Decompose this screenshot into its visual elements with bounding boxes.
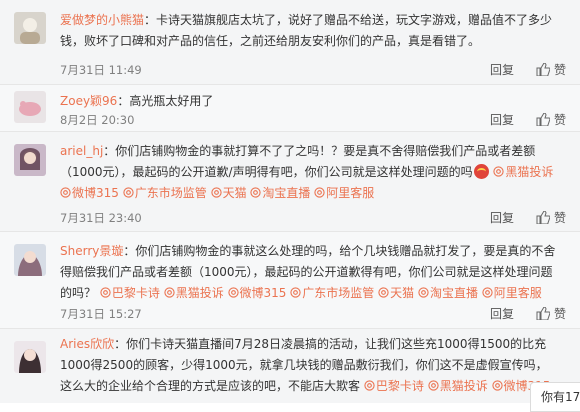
comment-text: ：高光瓶太好用了 bbox=[117, 94, 214, 108]
thumbs-up-icon bbox=[536, 307, 550, 320]
topic-tag-label: 天猫 bbox=[222, 186, 247, 200]
topic-tag-label: 微博315 bbox=[239, 286, 287, 300]
topic-tag-label: 淘宝直播 bbox=[429, 286, 478, 300]
at-icon bbox=[227, 287, 239, 298]
topic-tag[interactable]: 天猫 bbox=[210, 186, 247, 200]
topic-tag-label: 广东市场监管 bbox=[302, 286, 375, 300]
at-icon bbox=[250, 187, 262, 198]
topic-tag[interactable]: 广东市场监管 bbox=[123, 186, 207, 200]
topic-tag[interactable]: 微博315 bbox=[227, 286, 287, 300]
at-icon bbox=[210, 187, 222, 198]
reply-button[interactable]: 回复 bbox=[490, 61, 514, 78]
topic-tag-label: 黑猫投诉 bbox=[175, 286, 224, 300]
at-icon bbox=[493, 166, 505, 177]
at-icon bbox=[314, 187, 325, 198]
like-button[interactable]: 赞 bbox=[536, 305, 566, 322]
topic-tag[interactable]: 黑猫投诉 bbox=[428, 379, 488, 393]
avatar[interactable] bbox=[14, 12, 46, 44]
topic-tag[interactable]: 黑猫投诉 bbox=[493, 165, 553, 179]
comment-body: Sherry景璇：你们店铺购物金的事就这么处理的吗，给个几块钱赠品就打发了，要是… bbox=[60, 241, 558, 304]
like-button[interactable]: 赞 bbox=[536, 209, 566, 226]
chat-notification-label: 你有17 bbox=[541, 390, 580, 404]
topic-tag[interactable]: 巴黎卡诗 bbox=[100, 286, 160, 300]
avatar[interactable] bbox=[14, 341, 46, 373]
at-icon bbox=[60, 187, 71, 198]
topic-tag-label: 微博315 bbox=[72, 186, 119, 200]
reply-button[interactable]: 回复 bbox=[490, 111, 514, 128]
comment-actions: 回复 赞 bbox=[490, 111, 566, 128]
comment-time: 7月31日 11:49 bbox=[60, 63, 142, 77]
comment-actions: 回复 赞 bbox=[490, 61, 566, 78]
like-count: 赞 bbox=[553, 63, 566, 77]
comment-time: 7月31日 23:40 bbox=[60, 211, 142, 225]
comment-username[interactable]: Zoey颖96 bbox=[60, 94, 117, 108]
thumbs-up-icon bbox=[536, 211, 550, 224]
comment-actions: 回复 赞 bbox=[490, 209, 566, 226]
comment-body: Zoey颖96：高光瓶太好用了 bbox=[60, 91, 558, 112]
topic-tag-label: 广东市场监管 bbox=[134, 186, 207, 200]
thumbs-up-icon bbox=[536, 63, 550, 76]
like-button[interactable]: 赞 bbox=[536, 61, 566, 78]
comment-item: Sherry景璇：你们店铺购物金的事就这么处理的吗，给个几块钱赠品就打发了，要是… bbox=[0, 232, 580, 329]
comment-username[interactable]: Aries欣欣 bbox=[60, 337, 114, 351]
like-count: 赞 bbox=[553, 307, 566, 321]
at-icon bbox=[378, 287, 389, 298]
avatar[interactable] bbox=[14, 144, 46, 176]
at-icon bbox=[290, 287, 301, 298]
at-icon bbox=[482, 287, 493, 298]
at-icon bbox=[123, 187, 134, 198]
comment-time: 8月2日 20:30 bbox=[60, 113, 135, 127]
at-icon bbox=[100, 287, 111, 298]
comment-body: ariel_hj：你们店铺购物金的事就打算不了了之吗！？要是真不舍得赔偿我们产品… bbox=[60, 141, 558, 204]
comment-actions: 回复 赞 bbox=[490, 305, 566, 322]
comment-body: Aries欣欣：你们卡诗天猫直播间7月28日凌晨搞的活动，让我们这些充1000得… bbox=[60, 334, 558, 397]
topic-tag-label: 黑猫投诉 bbox=[505, 165, 554, 179]
topic-tag[interactable]: 淘宝直播 bbox=[418, 286, 478, 300]
chat-notification[interactable]: 你有17 bbox=[530, 382, 580, 412]
topic-tag-label: 天猫 bbox=[390, 286, 415, 300]
at-icon bbox=[428, 380, 439, 391]
topic-tag-label: 巴黎卡诗 bbox=[375, 379, 424, 393]
topic-tag[interactable]: 广东市场监管 bbox=[290, 286, 374, 300]
angry-emoji-icon bbox=[473, 164, 489, 179]
comment-item: ariel_hj：你们店铺购物金的事就打算不了了之吗！？要是真不舍得赔偿我们产品… bbox=[0, 132, 580, 232]
topic-tag-label: 阿里客服 bbox=[326, 186, 375, 200]
at-icon bbox=[164, 287, 175, 298]
comment-item: Zoey颖96：高光瓶太好用了 8月2日 20:30 回复 赞 bbox=[0, 85, 580, 132]
reply-button[interactable]: 回复 bbox=[490, 305, 514, 322]
at-icon bbox=[418, 287, 429, 298]
comment-body: 爱做梦的小熊猫：卡诗天猫旗舰店太坑了，说好了赠品不给送，玩文字游戏，赠品值不了多… bbox=[60, 10, 558, 52]
topic-tag[interactable]: 阿里客服 bbox=[314, 186, 374, 200]
topic-tag[interactable]: 黑猫投诉 bbox=[164, 286, 224, 300]
topic-tag[interactable]: 微博315 bbox=[60, 186, 119, 200]
at-icon bbox=[491, 380, 503, 391]
reply-button[interactable]: 回复 bbox=[490, 209, 514, 226]
comment-time: 7月31日 15:27 bbox=[60, 307, 142, 321]
comment-text: ：你们店铺购物金的事就打算不了了之吗！？要是真不舍得赔偿我们产品或者差额（100… bbox=[60, 144, 536, 179]
comment-item: Aries欣欣：你们卡诗天猫直播间7月28日凌晨搞的活动，让我们这些充1000得… bbox=[0, 329, 580, 403]
avatar[interactable] bbox=[14, 91, 46, 123]
like-button[interactable]: 赞 bbox=[536, 111, 566, 128]
topic-tag[interactable]: 淘宝直播 bbox=[250, 186, 310, 200]
topic-tag-label: 淘宝直播 bbox=[262, 186, 311, 200]
like-count: 赞 bbox=[553, 113, 566, 127]
topic-tag-label: 阿里客服 bbox=[493, 286, 542, 300]
topic-tag-label: 巴黎卡诗 bbox=[111, 286, 160, 300]
thumbs-up-icon bbox=[536, 113, 550, 126]
topic-tag-label: 黑猫投诉 bbox=[439, 379, 488, 393]
at-icon bbox=[364, 380, 375, 391]
comment-username[interactable]: ariel_hj bbox=[60, 144, 103, 158]
like-count: 赞 bbox=[553, 211, 566, 225]
topic-tag[interactable]: 巴黎卡诗 bbox=[364, 379, 424, 393]
topic-tag[interactable]: 阿里客服 bbox=[482, 286, 542, 300]
comment-item: 爱做梦的小熊猫：卡诗天猫旗舰店太坑了，说好了赠品不给送，玩文字游戏，赠品值不了多… bbox=[0, 0, 580, 85]
topic-tag[interactable]: 天猫 bbox=[378, 286, 414, 300]
avatar[interactable] bbox=[14, 244, 46, 276]
comment-username[interactable]: Sherry景璇 bbox=[60, 244, 123, 258]
comment-username[interactable]: 爱做梦的小熊猫 bbox=[60, 13, 144, 27]
